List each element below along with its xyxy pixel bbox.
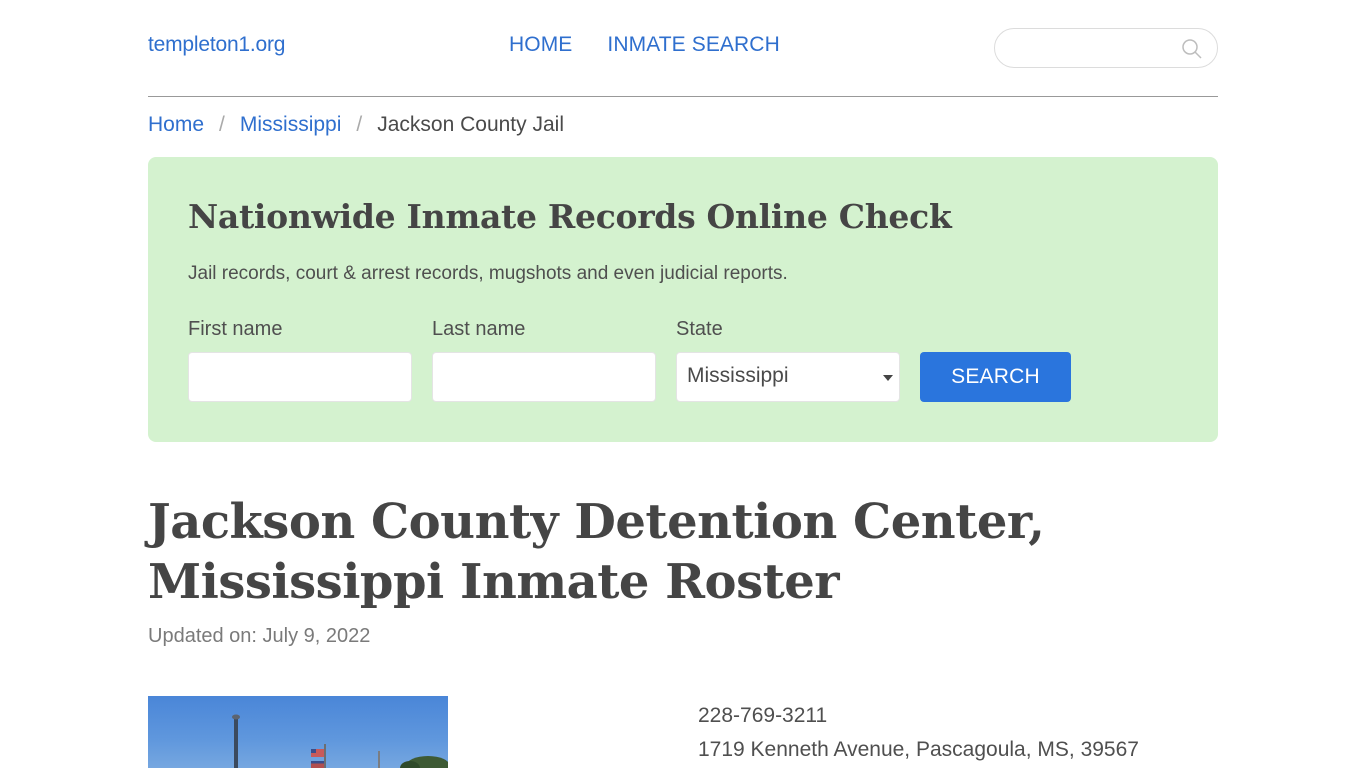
first-name-label: First name bbox=[188, 318, 283, 340]
breadcrumb-current: Jackson County Jail bbox=[377, 113, 564, 136]
flag-pole bbox=[324, 744, 326, 768]
breadcrumb-mississippi[interactable]: Mississippi bbox=[240, 113, 342, 137]
main-nav: HOME INMATE SEARCH bbox=[509, 33, 780, 57]
facility-address: 1719 Kenneth Avenue, Pascagoula, MS, 395… bbox=[698, 738, 1139, 761]
utility-pole bbox=[378, 751, 380, 768]
nav-inmate-search[interactable]: INMATE SEARCH bbox=[607, 33, 779, 57]
state-select[interactable]: Mississippi bbox=[676, 352, 900, 402]
header-search-input[interactable] bbox=[1009, 37, 1169, 59]
facility-phone: 228-769-3211 bbox=[698, 704, 828, 727]
inmate-search-panel: Nationwide Inmate Records Online Check J… bbox=[148, 157, 1218, 442]
search-button[interactable]: SEARCH bbox=[920, 352, 1071, 402]
caret-down-icon bbox=[883, 375, 893, 381]
page-title: Jackson County Detention Center, Mississ… bbox=[148, 494, 1045, 610]
breadcrumb-home[interactable]: Home bbox=[148, 113, 204, 137]
breadcrumb-separator: / bbox=[219, 113, 225, 136]
panel-subtitle: Jail records, court & arrest records, mu… bbox=[188, 263, 788, 284]
site-header: templeton1.org HOME INMATE SEARCH bbox=[148, 0, 1218, 97]
light-pole bbox=[234, 718, 238, 768]
state-selected-value: Mississippi bbox=[687, 364, 789, 387]
header-search bbox=[994, 28, 1218, 68]
light-pole-lamp bbox=[232, 714, 240, 720]
panel-title: Nationwide Inmate Records Online Check bbox=[188, 197, 952, 236]
last-name-label: Last name bbox=[432, 318, 526, 340]
site-logo[interactable]: templeton1.org bbox=[148, 33, 285, 57]
updated-date: Updated on: July 9, 2022 bbox=[148, 625, 371, 647]
nav-home[interactable]: HOME bbox=[509, 33, 572, 57]
search-icon[interactable] bbox=[1181, 38, 1203, 60]
facility-contact: 228-769-3211 1719 Kenneth Avenue, Pascag… bbox=[698, 699, 1139, 767]
breadcrumb: Home / Mississippi / Jackson County Jail bbox=[148, 113, 564, 137]
first-name-input[interactable] bbox=[188, 352, 412, 402]
last-name-input[interactable] bbox=[432, 352, 656, 402]
facility-photo bbox=[148, 696, 448, 768]
breadcrumb-separator: / bbox=[356, 113, 363, 136]
facility-photo-illustration bbox=[232, 714, 448, 768]
state-label: State bbox=[676, 318, 723, 340]
